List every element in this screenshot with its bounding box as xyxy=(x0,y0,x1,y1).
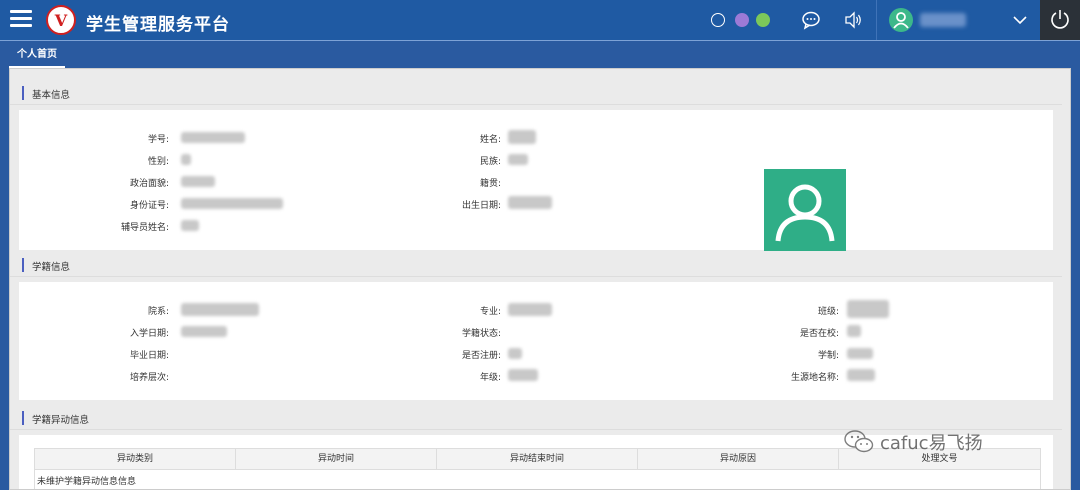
value-gender xyxy=(181,154,191,165)
section-body-enrollment: 院系: 专业: 班级: 入学日期: 学籍状态: 是否在校: 毕业日期: 是否注册… xyxy=(19,282,1053,400)
section-title-changes: 学籍异动信息 xyxy=(32,415,90,426)
value-counselor xyxy=(181,220,199,231)
section-accent-bar xyxy=(22,86,24,100)
logout-button[interactable] xyxy=(1040,0,1080,40)
label-student-id: 学号: xyxy=(147,135,169,145)
value-political xyxy=(181,176,215,187)
value-student-id xyxy=(181,132,245,143)
wechat-icon xyxy=(844,430,874,453)
user-silhouette-icon xyxy=(775,184,835,242)
value-class xyxy=(847,300,889,318)
watermark-text: cafuc易飞扬 xyxy=(880,433,983,454)
theme-green-dot[interactable] xyxy=(756,13,770,27)
section-title-basic: 基本信息 xyxy=(32,90,71,101)
speaker-icon[interactable] xyxy=(843,10,863,30)
label-level: 培养层次: xyxy=(129,373,169,383)
label-registered: 是否注册: xyxy=(461,351,501,361)
section-title-enrollment: 学籍信息 xyxy=(32,262,71,273)
col-change-time[interactable]: 异动时间 xyxy=(236,449,437,470)
section-body-basic: 学号: 姓名: 性别: 民族: 政治面貌: 籍贯: 身份证号: 出生日期: 辅导… xyxy=(19,110,1053,251)
value-major xyxy=(508,303,552,316)
student-photo-placeholder xyxy=(764,169,846,251)
user-name-blurred[interactable] xyxy=(920,13,966,27)
theme-white-dot[interactable] xyxy=(711,13,725,27)
value-duration xyxy=(847,348,873,359)
label-political: 政治面貌: xyxy=(129,179,169,189)
label-class: 班级: xyxy=(817,307,839,317)
label-name: 姓名: xyxy=(479,135,501,145)
label-status: 学籍状态: xyxy=(461,329,501,339)
top-header: V 学生管理服务平台 xyxy=(0,0,1080,40)
wechat-watermark: cafuc易飞扬 xyxy=(844,427,983,457)
label-grad-date: 毕业日期: xyxy=(129,351,169,361)
chevron-down-icon[interactable] xyxy=(1012,12,1028,28)
value-grade xyxy=(508,369,538,381)
value-registered xyxy=(508,348,522,359)
value-on-campus xyxy=(847,325,861,337)
label-counselor: 辅导员姓名: xyxy=(120,223,169,233)
value-origin xyxy=(847,369,875,381)
value-enroll-date xyxy=(181,326,227,337)
section-accent-bar xyxy=(22,411,24,425)
header-divider xyxy=(876,0,877,40)
label-duration: 学制: xyxy=(817,351,839,361)
app-title: 学生管理服务平台 xyxy=(86,15,230,35)
label-college: 院系: xyxy=(147,307,169,317)
label-origin: 生源地名称: xyxy=(790,373,839,383)
label-major: 专业: xyxy=(479,307,501,317)
label-enroll-date: 入学日期: xyxy=(129,329,169,339)
label-grade: 年级: xyxy=(479,373,501,383)
label-id-number: 身份证号: xyxy=(129,201,169,211)
table-empty-message: 未维护学籍异动信息信息 xyxy=(37,477,137,487)
label-native-place: 籍贯: xyxy=(479,179,501,189)
label-gender: 性别: xyxy=(147,157,169,167)
label-birth-date: 出生日期: xyxy=(461,201,501,211)
user-avatar-icon[interactable] xyxy=(889,8,913,32)
value-id-number xyxy=(181,198,283,209)
value-name xyxy=(508,130,536,144)
label-ethnicity: 民族: xyxy=(479,157,501,167)
value-college xyxy=(181,303,259,316)
tab-bar: 个人首页 xyxy=(0,40,1080,69)
col-change-type[interactable]: 异动类别 xyxy=(35,449,236,470)
theme-purple-dot[interactable] xyxy=(735,13,749,27)
label-on-campus: 是否在校: xyxy=(799,329,839,339)
section-header-basic: 基本信息 xyxy=(10,81,1062,105)
power-icon xyxy=(1051,10,1069,29)
school-logo: V xyxy=(46,5,76,35)
chat-icon[interactable] xyxy=(801,10,821,30)
section-accent-bar xyxy=(22,258,24,272)
hamburger-menu-icon[interactable] xyxy=(10,10,32,30)
section-header-enrollment: 学籍信息 xyxy=(10,253,1062,277)
col-change-end-time[interactable]: 异动结束时间 xyxy=(437,449,638,470)
value-birth-date xyxy=(508,196,552,209)
col-change-reason[interactable]: 异动原因 xyxy=(638,449,839,470)
value-ethnicity xyxy=(508,154,528,165)
tab-personal-home[interactable]: 个人首页 xyxy=(9,47,65,69)
